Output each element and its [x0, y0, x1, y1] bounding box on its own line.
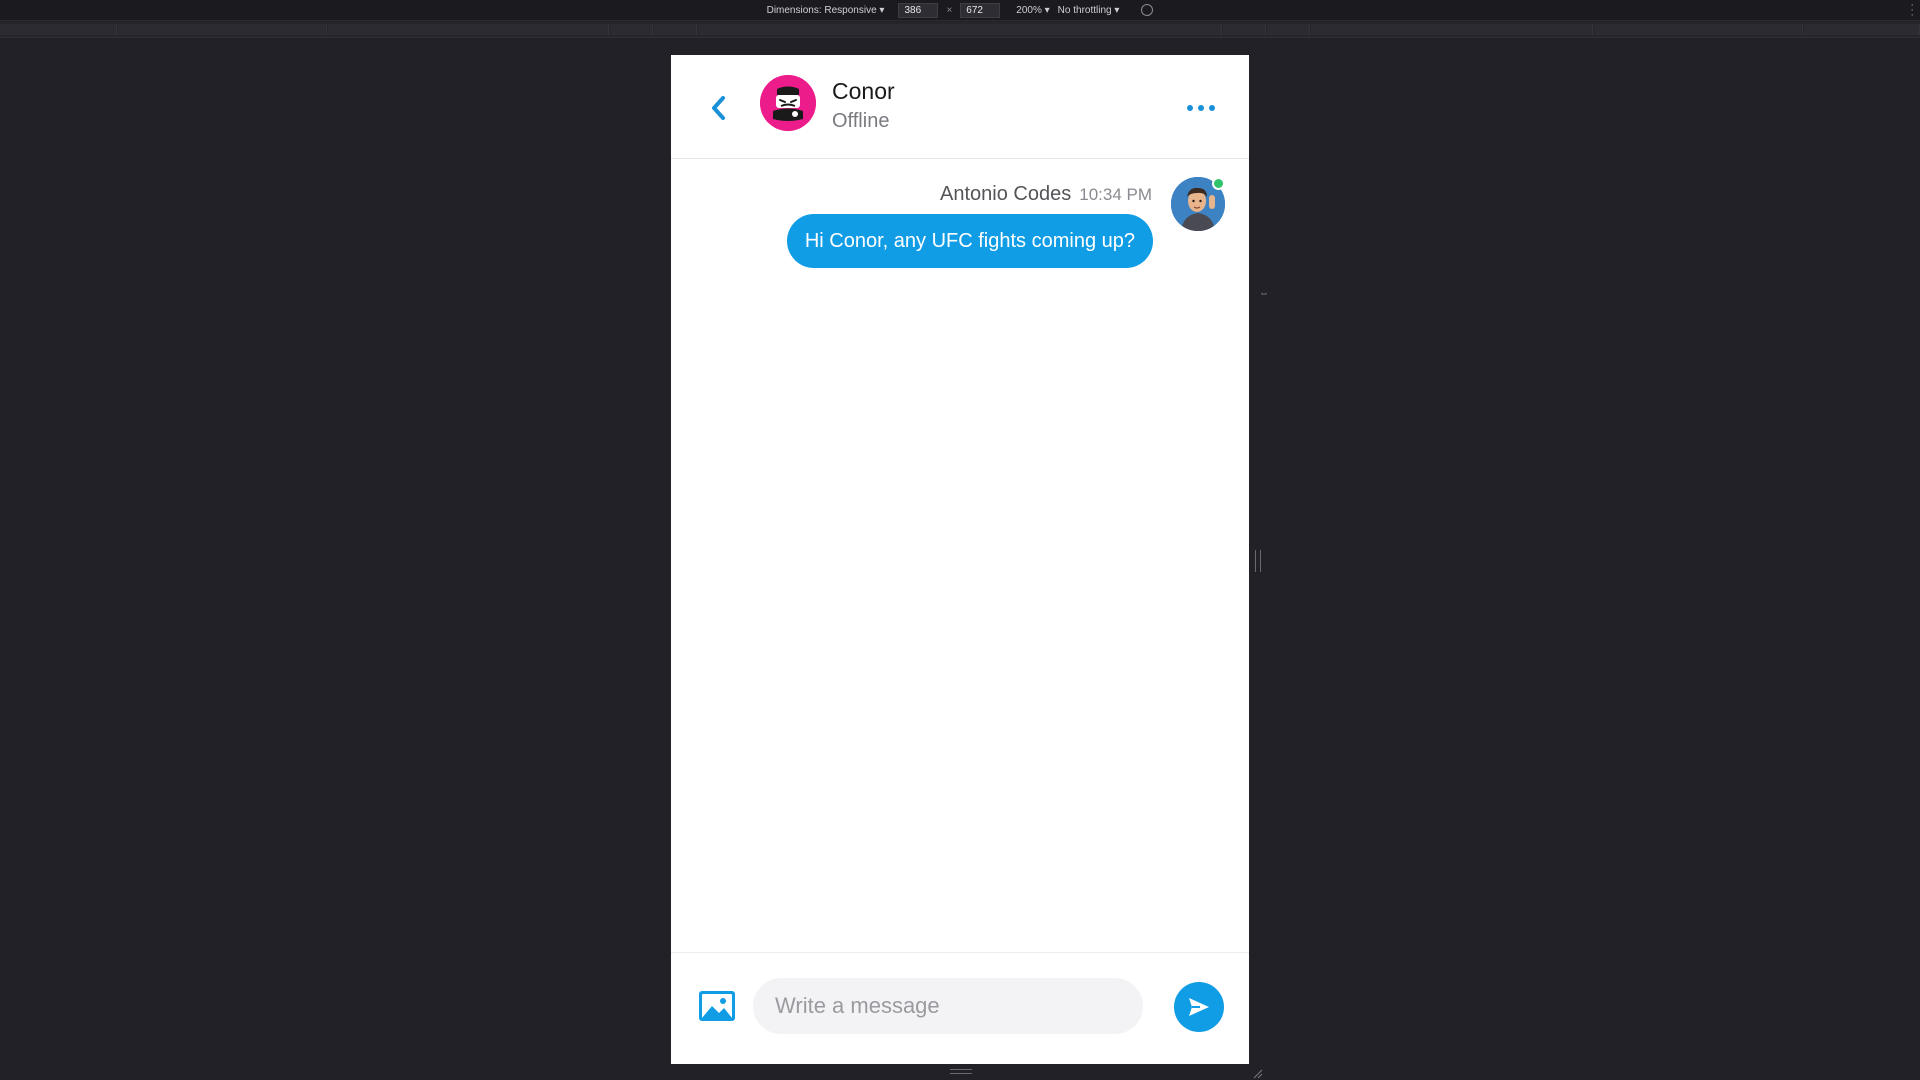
- devtools-device-toolbar: Dimensions: Responsive ▾ 386 × 672 200% …: [0, 0, 1920, 21]
- ruler-segment[interactable]: [1223, 24, 1266, 35]
- sender-avatar[interactable]: [1171, 177, 1225, 231]
- resize-handle-right[interactable]: [1255, 550, 1261, 572]
- viewport-width-input[interactable]: 386: [898, 2, 939, 18]
- back-button[interactable]: [705, 93, 731, 123]
- image-icon: [699, 991, 735, 1021]
- dimension-separator: ×: [946, 4, 953, 16]
- online-status-indicator: [1212, 177, 1225, 190]
- dot: [1198, 105, 1204, 111]
- ruler-segment[interactable]: [654, 24, 697, 35]
- robot-face-icon: [760, 75, 816, 131]
- chat-header: Conor Offline: [671, 55, 1249, 159]
- message-timestamp: 10:34 PM: [1079, 185, 1152, 204]
- contact-status: Offline: [832, 110, 890, 132]
- throttling-dropdown[interactable]: No throttling ▾: [1058, 5, 1120, 16]
- dot: [1209, 105, 1215, 111]
- contact-avatar[interactable]: [760, 75, 816, 131]
- more-options-icon[interactable]: · · ·: [1910, 0, 1914, 21]
- send-icon: [1189, 998, 1209, 1016]
- ruler-segment[interactable]: [328, 24, 609, 35]
- attach-image-button[interactable]: [697, 989, 737, 1023]
- ruler-segment[interactable]: [1311, 24, 1593, 35]
- ruler-segment[interactable]: [1594, 24, 1803, 35]
- message-meta: Antonio Codes 10:34 PM: [940, 183, 1152, 206]
- media-query-ruler: [0, 22, 1920, 38]
- ruler-segment[interactable]: [118, 24, 327, 35]
- resize-handle-bottom[interactable]: [950, 1069, 972, 1074]
- ruler-segment[interactable]: [0, 24, 117, 35]
- contact-name: Conor: [832, 78, 895, 104]
- chat-app-viewport: Conor Offline Antonio Codes 10:34 PM Hi …: [671, 55, 1249, 1064]
- zoom-dropdown[interactable]: 200% ▾: [1016, 5, 1049, 16]
- ruler-segment[interactable]: [610, 24, 653, 35]
- message-input[interactable]: [753, 978, 1143, 1034]
- dot: [1187, 105, 1193, 111]
- dimensions-dropdown[interactable]: Dimensions: Responsive ▾: [767, 5, 885, 16]
- chevron-left-icon: [712, 96, 725, 120]
- send-button[interactable]: [1174, 982, 1224, 1032]
- message-bubble[interactable]: Hi Conor, any UFC fights coming up?: [786, 214, 1153, 268]
- ruler-segment[interactable]: [1804, 24, 1920, 35]
- rotate-icon[interactable]: [1141, 4, 1154, 16]
- message-composer: [671, 952, 1249, 1064]
- message-sender: Antonio Codes: [940, 183, 1072, 205]
- message-list: Antonio Codes 10:34 PM Hi Conor, any UFC…: [671, 160, 1249, 1007]
- corner-grip-icon: [1253, 1069, 1263, 1079]
- ruler-segment[interactable]: [698, 24, 1222, 35]
- viewport-height-input[interactable]: 672: [960, 2, 1001, 18]
- resize-handle-corner[interactable]: [1251, 1066, 1263, 1079]
- more-options-button[interactable]: [1183, 96, 1219, 120]
- resize-arrows-icon[interactable]: ⇔: [1259, 288, 1269, 299]
- ruler-segment[interactable]: [1267, 24, 1310, 35]
